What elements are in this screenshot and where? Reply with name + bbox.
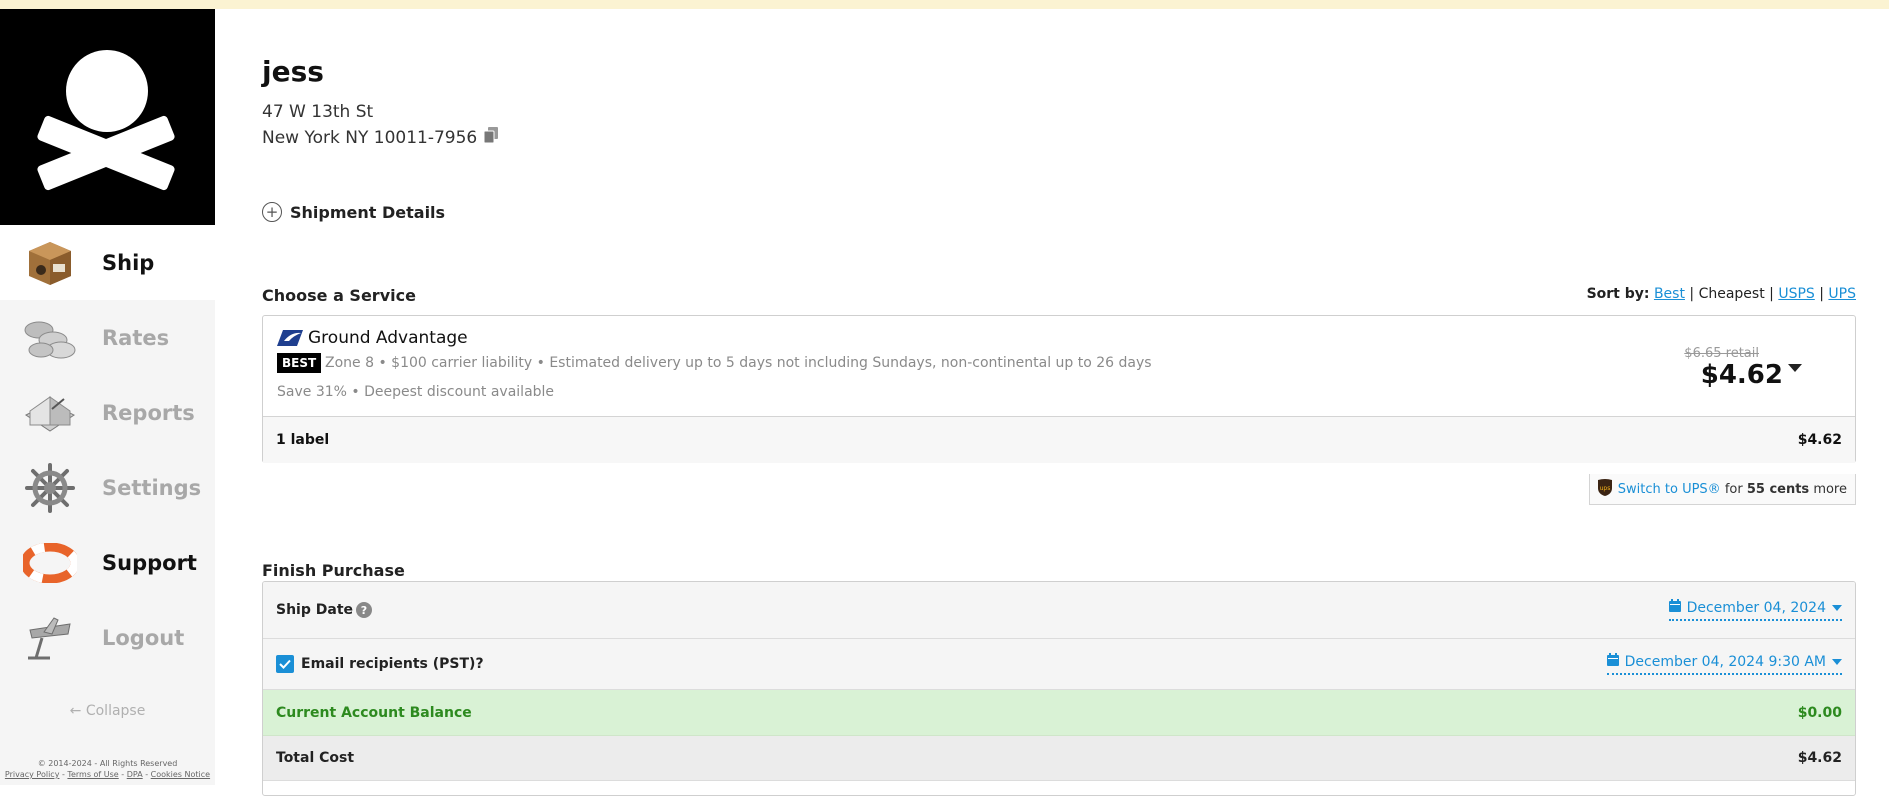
- chevron-down-icon: [1832, 604, 1842, 611]
- email-recipients-checkbox[interactable]: [276, 655, 294, 673]
- sidebar-item-rates[interactable]: Rates: [0, 300, 215, 375]
- dpa-link[interactable]: DPA: [127, 770, 143, 779]
- service-name: Ground Advantage: [308, 328, 468, 348]
- ship-date-value: December 04, 2024: [1686, 599, 1826, 616]
- ship-date-select[interactable]: December 04, 2024: [1668, 599, 1842, 621]
- label-count: 1 label: [276, 432, 330, 448]
- chevron-down-icon[interactable]: [1788, 364, 1802, 372]
- account-balance-row: Current Account Balance $0.00: [263, 690, 1855, 736]
- copy-icon[interactable]: [483, 127, 499, 148]
- sort-cheapest-link[interactable]: Cheapest: [1699, 286, 1765, 302]
- privacy-policy-link[interactable]: Privacy Policy: [5, 770, 60, 779]
- plane-icon: [22, 610, 78, 666]
- shipment-details-toggle[interactable]: + Shipment Details: [262, 202, 445, 222]
- book-icon: [22, 385, 78, 441]
- shipment-details-label: Shipment Details: [290, 202, 446, 222]
- service-savings: Save 31% • Deepest discount available: [277, 384, 555, 400]
- service-description: Zone 8 • $100 carrier liability • Estima…: [325, 355, 1152, 371]
- sidebar-footer: © 2014-2024 - All Rights Reserved Privac…: [0, 758, 215, 780]
- finish-purchase-panel: Ship Date? December 04, 2024 Email recip…: [262, 581, 1856, 796]
- ship-date-label: Ship Date: [276, 602, 353, 618]
- sort-by-label: Sort by:: [1586, 286, 1650, 302]
- terms-of-use-link[interactable]: Terms of Use: [67, 770, 118, 779]
- sort-ups-link[interactable]: UPS: [1828, 286, 1856, 302]
- ship-wheel-icon: [22, 460, 78, 516]
- sidebar-item-ship[interactable]: Ship: [0, 225, 215, 300]
- sidebar: Ship Rates Reports Settings Support Logo…: [0, 9, 215, 785]
- label-count-row: 1 label $4.62: [263, 417, 1855, 463]
- address-line-2-row: New York NY 10011-7956: [262, 127, 499, 148]
- total-cost-label: Total Cost: [276, 750, 355, 766]
- footer-separator: -: [142, 770, 151, 779]
- address-line-2: New York NY 10011-7956: [262, 127, 478, 148]
- help-icon[interactable]: ?: [356, 602, 372, 618]
- top-banner: [0, 0, 1889, 9]
- footer-separator: -: [118, 770, 127, 779]
- recipient-name: jess: [262, 55, 324, 88]
- box-icon: [22, 235, 78, 291]
- email-recipients-label: Email recipients (PST)?: [301, 656, 484, 672]
- ups-shield-icon: ups: [1597, 478, 1612, 500]
- sidebar-item-settings[interactable]: Settings: [0, 450, 215, 525]
- coins-icon: [22, 310, 78, 366]
- usps-eagle-icon: [277, 330, 303, 350]
- sort-best-link[interactable]: Best: [1654, 286, 1685, 302]
- choose-service-title: Choose a Service: [262, 286, 416, 305]
- pirate-logo[interactable]: [0, 9, 215, 225]
- svg-text:ups: ups: [1599, 485, 1610, 492]
- sidebar-item-label: Support: [102, 550, 197, 575]
- email-recipients-row: Email recipients (PST)? December 04, 202…: [263, 639, 1855, 690]
- sidebar-item-label: Rates: [102, 325, 170, 350]
- sidebar-item-label: Logout: [102, 625, 185, 650]
- email-date-select[interactable]: December 04, 2024 9:30 AM: [1606, 653, 1842, 675]
- sidebar-item-label: Reports: [102, 400, 195, 425]
- email-recipients-wrap: Email recipients (PST)?: [276, 655, 484, 673]
- sort-separator: |: [1764, 286, 1779, 302]
- sidebar-item-label: Ship: [102, 250, 155, 275]
- ups-switch-middle: for: [1720, 481, 1747, 497]
- chevron-down-icon: [1832, 658, 1842, 665]
- ship-date-row: Ship Date? December 04, 2024: [263, 582, 1855, 639]
- ups-switch-amount: 55 cents: [1746, 481, 1810, 497]
- email-date-value: December 04, 2024 9:30 AM: [1624, 653, 1826, 670]
- ship-date-label-wrap: Ship Date?: [276, 602, 372, 618]
- sidebar-item-logout[interactable]: Logout: [0, 600, 215, 675]
- ups-switch-text: Switch to UPS® for 55 cents more: [1618, 482, 1847, 497]
- sort-by-controls: Sort by: Best | Cheapest | USPS | UPS: [1587, 286, 1856, 302]
- plus-circle-icon: +: [262, 202, 282, 222]
- cookies-notice-link[interactable]: Cookies Notice: [151, 770, 210, 779]
- ups-switch-banner: ups Switch to UPS® for 55 cents more: [1588, 474, 1856, 505]
- life-ring-icon: [22, 535, 78, 591]
- copyright-text: © 2014-2024 - All Rights Reserved: [37, 759, 178, 768]
- balance-label: Current Account Balance: [276, 704, 472, 721]
- sort-separator: |: [1684, 286, 1699, 302]
- sort-separator: |: [1814, 286, 1829, 302]
- balance-value: $0.00: [1797, 704, 1842, 721]
- sidebar-item-support[interactable]: Support: [0, 525, 215, 600]
- collapse-button[interactable]: ← Collapse: [0, 703, 215, 719]
- calendar-icon: [1606, 653, 1619, 670]
- address-line-1: 47 W 13th St: [262, 102, 374, 122]
- best-badge: BEST: [277, 353, 322, 373]
- label-price: $4.62: [1797, 432, 1842, 448]
- calendar-icon: [1668, 599, 1681, 616]
- service-price: $4.62: [1700, 360, 1783, 390]
- total-cost-row: Total Cost $4.62: [263, 736, 1855, 781]
- sidebar-item-reports[interactable]: Reports: [0, 375, 215, 450]
- service-card-ground-advantage[interactable]: Ground Advantage BEST Zone 8 • $100 carr…: [262, 315, 1856, 463]
- retail-price: $6.65 retail: [1684, 346, 1759, 361]
- switch-to-ups-link[interactable]: Switch to UPS®: [1618, 482, 1721, 497]
- skull-crossbones-icon: [37, 50, 175, 191]
- sort-usps-link[interactable]: USPS: [1778, 286, 1814, 302]
- service-summary[interactable]: Ground Advantage BEST Zone 8 • $100 carr…: [263, 316, 1855, 417]
- sidebar-item-label: Settings: [102, 475, 202, 500]
- ups-switch-suffix: more: [1809, 481, 1847, 497]
- finish-purchase-title: Finish Purchase: [262, 561, 405, 580]
- footer-links: Privacy Policy - Terms of Use - DPA - Co…: [0, 769, 215, 780]
- total-cost-value: $4.62: [1797, 750, 1842, 766]
